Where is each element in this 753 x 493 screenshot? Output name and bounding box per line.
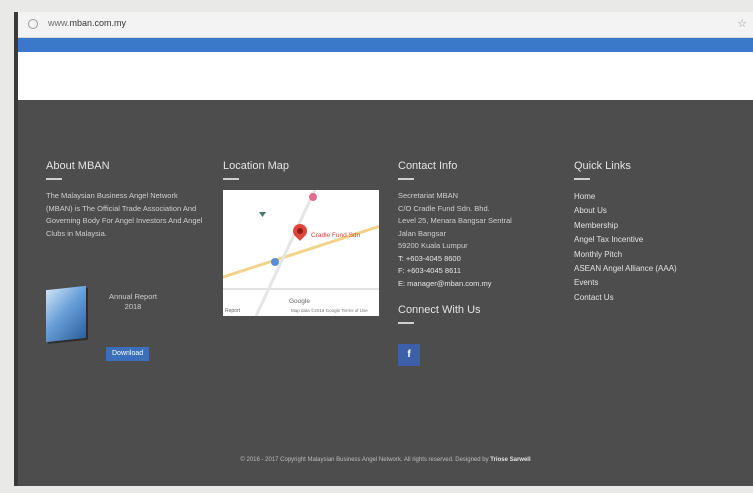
facebook-button[interactable]: f <box>398 344 420 366</box>
contact-phone: T: +603-4045 8600 <box>398 253 461 263</box>
designer-link[interactable]: Triose Sarwell <box>490 457 530 463</box>
site-footer: About MBAN The Malaysian Business Angel … <box>18 100 753 486</box>
location-title: Location Map <box>223 160 290 172</box>
map-report-link[interactable]: Report <box>225 308 240 314</box>
location-map[interactable]: Cradle Fund Sdn Google Report Map data ©… <box>223 190 379 316</box>
download-button[interactable]: Download <box>106 347 150 361</box>
title-divider <box>46 178 62 180</box>
quick-links-title: Quick Links <box>574 160 631 172</box>
contact-line: 59200 Kuala Lumpur <box>398 241 468 250</box>
map-road <box>223 288 379 290</box>
map-poi-icon[interactable] <box>309 193 317 201</box>
connect-title: Connect With Us <box>398 304 481 316</box>
quick-link-asean-angel-alliance[interactable]: ASEAN Angel Alliance (AAA) <box>574 262 677 276</box>
map-data-credit: Map data ©2019 Google Terms of Use <box>291 308 368 313</box>
copyright-text: © 2016 - 2017 Copyright Malaysian Busine… <box>240 457 531 463</box>
quick-link-contact-us[interactable]: Contact Us <box>574 291 677 305</box>
map-place-label[interactable]: Cradle Fund Sdn <box>311 232 360 239</box>
quick-link-home[interactable]: Home <box>574 190 677 204</box>
title-divider <box>574 178 590 180</box>
quick-link-membership[interactable]: Membership <box>574 219 677 233</box>
contact-line: Secretariat MBAN <box>398 191 459 200</box>
annual-report-label: Annual Report 2018 <box>109 292 157 311</box>
contact-fax: F: +603-4045 8611 <box>398 266 462 275</box>
site-info-icon[interactable] <box>28 19 38 29</box>
contact-line: C/O Cradle Fund Sdn. Bhd. <box>398 203 490 213</box>
contact-line: Jalan Bangsar <box>398 228 446 238</box>
contact-column: Contact Info Secretariat MBAN C/O Cradle… <box>398 160 512 366</box>
location-column: Location Map Cradle Fund Sdn Google Repo… <box>223 160 379 316</box>
about-column: About MBAN The Malaysian Business Angel … <box>46 160 206 361</box>
contact-line: Level 25, Menara Bangsar Sentral <box>398 216 512 225</box>
contact-title: Contact Info <box>398 160 458 172</box>
quick-link-about-us[interactable]: About Us <box>574 204 677 218</box>
quick-link-events[interactable]: Events <box>574 276 677 290</box>
bookmark-star-icon[interactable]: ☆ <box>737 17 747 30</box>
address-url[interactable]: www.mban.com.my <box>48 18 126 28</box>
browser-address-bar[interactable]: www.mban.com.my ☆ <box>18 12 753 38</box>
map-poi-icon[interactable] <box>259 212 266 217</box>
map-terms-link[interactable]: Terms of Use <box>341 308 368 313</box>
google-logo: Google <box>289 298 310 305</box>
page-content-area <box>18 52 753 100</box>
contact-email[interactable]: E: manager@mban.com.my <box>398 278 512 291</box>
title-divider <box>223 178 239 180</box>
quick-links-column: Quick Links Home About Us Membership Ang… <box>574 160 677 305</box>
annual-report-cover-image <box>46 285 86 343</box>
title-divider <box>398 322 414 324</box>
about-text: The Malaysian Business Angel Network (MB… <box>46 191 203 238</box>
map-poi-icon[interactable] <box>271 258 279 266</box>
site-nav-bar <box>18 38 753 52</box>
screen-frame: www.mban.com.my ☆ About MBAN The Malaysi… <box>14 12 753 486</box>
quick-link-monthly-pitch[interactable]: Monthly Pitch <box>574 248 677 262</box>
title-divider <box>398 178 414 180</box>
about-title: About MBAN <box>46 160 110 172</box>
quick-link-angel-tax-incentive[interactable]: Angel Tax Incentive <box>574 233 677 247</box>
